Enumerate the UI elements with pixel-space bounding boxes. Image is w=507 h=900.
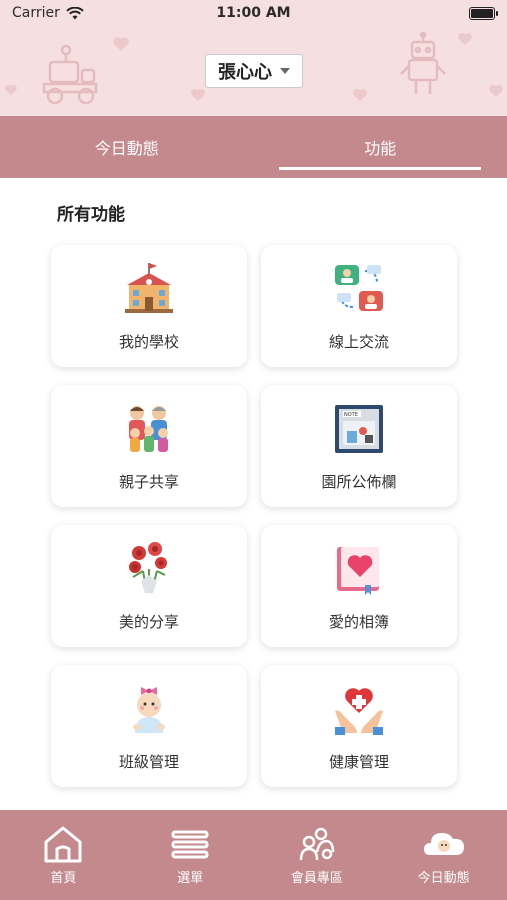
feature-label: 線上交流 — [328, 332, 389, 351]
carrier-label: Carrier — [12, 5, 60, 21]
selected-child-name: 張心心 — [218, 62, 272, 83]
section-title: 所有功能 — [57, 205, 125, 225]
bottom-navigation: 首頁 選單 會員專區 今日動態 — [0, 810, 507, 900]
status-bar: Carrier 11:00 AM — [0, 0, 507, 26]
nav-today-activity[interactable]: 今日動態 — [380, 810, 507, 900]
bulletin-board-icon: NOTE — [331, 401, 387, 457]
feature-card-online-chat[interactable]: 線上交流 — [261, 245, 457, 367]
caret-down-icon — [280, 68, 290, 74]
home-icon — [41, 825, 85, 863]
child-selector-dropdown[interactable]: 張心心 — [205, 54, 303, 88]
robot-decoration-icon — [400, 32, 446, 94]
nav-label: 選單 — [177, 870, 204, 886]
feature-label: 親子共享 — [118, 472, 179, 491]
feature-label: 我的學校 — [118, 332, 179, 351]
family-icon — [121, 401, 177, 457]
wifi-icon — [66, 6, 84, 19]
tab-today-activity[interactable]: 今日動態 — [0, 116, 254, 178]
heart-decoration-icon — [5, 84, 17, 96]
svg-text:NOTE: NOTE — [344, 412, 358, 418]
feature-card-love-album[interactable]: 愛的相簿 — [261, 525, 457, 647]
battery-icon — [469, 6, 498, 20]
baby-icon — [121, 681, 177, 737]
health-hands-icon — [331, 681, 387, 737]
toy-car-decoration-icon — [42, 44, 98, 105]
cloud-baby-icon — [422, 825, 466, 863]
nav-label: 今日動態 — [417, 870, 470, 886]
tab-label: 功能 — [364, 139, 397, 158]
nav-members[interactable]: 會員專區 — [254, 810, 381, 900]
heart-album-icon — [331, 541, 387, 597]
heart-decoration-icon — [489, 85, 503, 98]
feature-card-my-school[interactable]: 我的學校 — [51, 245, 247, 367]
feature-card-bulletin-board[interactable]: NOTE 園所公佈欄 — [261, 385, 457, 507]
tab-bar: 今日動態 功能 — [0, 116, 507, 178]
feature-card-class-management[interactable]: 班級管理 — [51, 665, 247, 787]
tab-label: 今日動態 — [94, 139, 159, 158]
nav-label: 首頁 — [50, 870, 77, 886]
feature-label: 園所公佈欄 — [321, 472, 397, 491]
menu-icon — [168, 825, 212, 863]
heart-decoration-icon — [458, 33, 472, 46]
header: 張心心 — [0, 26, 507, 116]
status-time: 11:00 AM — [216, 5, 291, 21]
feature-card-health-management[interactable]: 健康管理 — [261, 665, 457, 787]
feature-label: 班級管理 — [118, 752, 179, 771]
heart-decoration-icon — [353, 89, 367, 102]
nav-home[interactable]: 首頁 — [0, 810, 127, 900]
feature-grid: 我的學校 線上交流 親子共享 NOTE 園所公佈欄 美的分享 愛的相簿 班級管理… — [51, 245, 457, 787]
status-left: Carrier — [12, 5, 84, 21]
nav-label: 會員專區 — [290, 870, 343, 886]
nav-menu[interactable]: 選單 — [127, 810, 254, 900]
school-icon — [121, 261, 177, 317]
feature-card-beauty-sharing[interactable]: 美的分享 — [51, 525, 247, 647]
feature-card-parent-child-sharing[interactable]: 親子共享 — [51, 385, 247, 507]
feature-label: 健康管理 — [328, 752, 389, 771]
chat-icon — [331, 261, 387, 317]
feature-label: 美的分享 — [118, 612, 179, 631]
heart-decoration-icon — [113, 37, 129, 51]
feature-label: 愛的相簿 — [328, 612, 389, 631]
members-icon — [295, 825, 339, 863]
tab-features[interactable]: 功能 — [254, 116, 507, 178]
flowers-icon — [121, 541, 177, 597]
heart-decoration-icon — [191, 89, 205, 102]
